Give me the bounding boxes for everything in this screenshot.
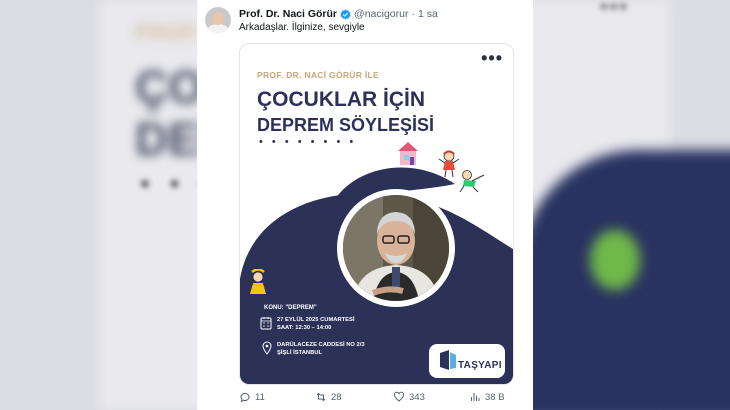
event-time: SAAT: 12:30 – 14:00 bbox=[277, 325, 332, 331]
address-line1: DARÜLACEZE CADDESİ NO 2/3 bbox=[277, 342, 365, 348]
repost-icon bbox=[316, 392, 326, 402]
blurred-figure bbox=[590, 230, 640, 290]
brand-logo-icon bbox=[440, 350, 456, 370]
avatar-body bbox=[207, 24, 229, 33]
heart-icon bbox=[393, 391, 405, 402]
speaker-portrait bbox=[343, 195, 449, 301]
location-pin-icon bbox=[262, 341, 272, 355]
separator-dot: · bbox=[411, 8, 415, 20]
verified-badge-icon bbox=[340, 9, 351, 19]
topic-label: KONU: "DEPREM" bbox=[264, 305, 317, 311]
child-drawing-icon bbox=[459, 170, 485, 193]
author-handle[interactable]: @nacigorur bbox=[354, 8, 408, 20]
tweet-text: Arkadaşlar. İlginize, sevgiyle bbox=[239, 22, 365, 33]
calendar-icon bbox=[260, 317, 272, 330]
tweet-timestamp[interactable]: 1 sa bbox=[418, 8, 438, 20]
like-button[interactable]: 343 bbox=[393, 391, 425, 403]
event-date: 27 EYLÜL 2025 CUMARTESİ bbox=[277, 317, 355, 323]
address-line2: ŞİŞLİ İSTANBUL bbox=[277, 350, 322, 356]
more-options-icon[interactable]: ••• bbox=[481, 48, 503, 69]
poster-dots: • • • • • • • • bbox=[259, 136, 357, 148]
child-drawing-icon bbox=[244, 269, 272, 306]
reply-button[interactable]: 11 bbox=[239, 391, 265, 403]
poster-subtitle: PROF. DR. NACİ GÖRÜR İLE bbox=[257, 70, 379, 80]
tweet-actions: 11 28 343 38 B bbox=[239, 391, 509, 405]
views-chart-icon bbox=[471, 393, 480, 401]
brand-name: TAŞYAPI bbox=[458, 360, 502, 371]
poster-title-line1: ÇOCUKLAR İÇİN bbox=[257, 88, 425, 111]
blurred-more-icon: ••• bbox=[600, 0, 630, 19]
repost-button[interactable]: 28 bbox=[315, 391, 342, 403]
reply-icon bbox=[240, 393, 250, 403]
tweet-image[interactable]: ••• PROF. DR. NACİ GÖRÜR İLE ÇOCUKLAR İÇ… bbox=[239, 43, 514, 385]
author-name[interactable]: Prof. Dr. Naci Görür bbox=[239, 8, 337, 20]
house-drawing-icon bbox=[398, 142, 418, 165]
views-button[interactable]: 38 B bbox=[469, 391, 505, 403]
reply-count: 11 bbox=[255, 391, 265, 403]
tweet-header: Prof. Dr. Naci Görür @nacigorur · 1 sa bbox=[239, 8, 438, 20]
like-count: 343 bbox=[409, 391, 425, 403]
tweet-card[interactable]: Prof. Dr. Naci Görür @nacigorur · 1 sa A… bbox=[197, 0, 533, 410]
repost-count: 28 bbox=[331, 391, 342, 403]
views-count: 38 B bbox=[485, 391, 505, 403]
avatar-face bbox=[212, 12, 224, 25]
avatar[interactable] bbox=[205, 7, 231, 33]
poster-title-line2: DEPREM SÖYLEŞİSİ bbox=[257, 115, 435, 135]
